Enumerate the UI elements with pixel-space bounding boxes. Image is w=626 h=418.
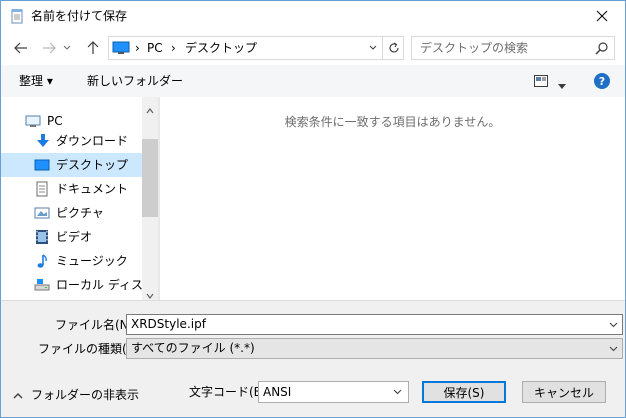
refresh-icon <box>388 42 399 53</box>
arrow-up-icon <box>87 41 99 54</box>
sidebar-item-label: ドキュメント <box>56 182 129 196</box>
desktop-icon <box>34 157 50 173</box>
sidebar-item-label: デスクトップ <box>56 158 129 172</box>
sidebar-item-label: ミュージック <box>56 254 128 268</box>
encoding-dropdown-button[interactable] <box>388 382 406 402</box>
close-icon <box>596 10 608 22</box>
sidebar-item-label: ピクチャ <box>56 206 104 220</box>
address-dropdown-button[interactable] <box>364 37 382 59</box>
breadcrumb-separator-icon: › <box>171 41 176 55</box>
filetype-dropdown-button[interactable] <box>604 339 622 358</box>
sidebar-item-local-disk[interactable]: ローカル ディスク (C <box>1 273 172 297</box>
notepad-icon <box>9 8 25 24</box>
sidebar-item-videos[interactable]: ビデオ <box>1 225 142 249</box>
cancel-button[interactable]: キャンセル <box>522 381 606 403</box>
recent-locations-button[interactable] <box>61 39 73 57</box>
sidebar-item-label: PC <box>47 114 63 128</box>
chevron-down-icon[interactable] <box>146 288 154 299</box>
view-options-icon[interactable] <box>534 75 548 87</box>
filetype-select[interactable]: すべてのファイル (*.*) <box>126 338 623 359</box>
save-button[interactable]: 保存(S) <box>422 381 506 403</box>
divider <box>1 300 625 301</box>
file-list[interactable]: 検索条件に一致する項目はありません。 <box>160 97 625 300</box>
encoding-select[interactable]: ANSI <box>258 381 409 403</box>
scrollbar-thumb[interactable] <box>142 139 158 217</box>
sidebar-item-label: ビデオ <box>56 230 93 244</box>
arrow-left-icon <box>14 42 27 54</box>
sidebar-item-downloads[interactable]: ダウンロード <box>1 129 142 153</box>
forward-button[interactable] <box>39 39 59 57</box>
music-icon <box>34 253 50 269</box>
document-icon <box>34 181 50 197</box>
chevron-up-icon[interactable] <box>146 103 154 114</box>
sidebar-item-documents[interactable]: ドキュメント <box>1 177 142 201</box>
disk-icon <box>34 277 50 293</box>
close-button[interactable] <box>579 1 625 31</box>
search-icon[interactable] <box>595 41 609 55</box>
sidebar-item-desktop[interactable]: デスクトップ <box>1 153 142 177</box>
pc-icon <box>25 113 41 129</box>
chevron-down-icon <box>609 346 617 351</box>
navigation-scrollbar[interactable] <box>142 97 158 300</box>
filename-input[interactable]: XRDStyle.ipf <box>126 314 623 335</box>
arrow-right-icon <box>43 42 56 54</box>
window-title: 名前を付けて保存 <box>31 9 128 23</box>
chevron-down-icon <box>393 389 401 395</box>
sidebar-item-label: ダウンロード <box>56 134 129 148</box>
sidebar-item-pictures[interactable]: ピクチャ <box>1 201 142 225</box>
filetype-value: すべてのファイル (*.*) <box>131 341 255 355</box>
back-button[interactable] <box>11 39 31 57</box>
breadcrumb-desktop[interactable]: デスクトップ <box>185 41 257 55</box>
sidebar-item-music[interactable]: ミュージック <box>1 249 142 273</box>
up-button[interactable] <box>83 39 103 57</box>
encoding-value: ANSI <box>263 385 292 399</box>
chevron-down-icon <box>609 322 617 327</box>
pc-icon <box>112 41 130 55</box>
breadcrumb-pc[interactable]: PC <box>147 41 163 55</box>
address-bar[interactable]: › PC › デスクトップ <box>108 36 404 60</box>
new-folder-button[interactable]: 新しいフォルダー <box>87 74 183 88</box>
title-bar: 名前を付けて保存 <box>1 1 625 31</box>
video-icon <box>34 229 50 245</box>
search-placeholder: デスクトップの検索 <box>420 41 529 55</box>
navigation-pane: PC ダウンロード デスクトップ ドキュメント ピクチャ ビデオ ミュージック … <box>1 97 172 300</box>
chevron-down-icon <box>63 45 71 50</box>
hide-folders-button[interactable]: フォルダーの非表示 <box>31 388 139 402</box>
filename-dropdown-button[interactable] <box>604 315 622 334</box>
empty-message: 検索条件に一致する項目はありません。 <box>284 115 501 129</box>
filename-value: XRDStyle.ipf <box>131 317 206 331</box>
chevron-down-icon <box>369 45 377 50</box>
chevron-down-icon[interactable] <box>558 79 566 89</box>
search-input[interactable]: デスクトップの検索 <box>411 36 615 60</box>
organize-button[interactable]: 整理 ▾ <box>19 74 53 88</box>
breadcrumb-separator-icon: › <box>135 41 140 55</box>
help-button[interactable]: ? <box>594 73 610 89</box>
refresh-button[interactable] <box>382 37 404 59</box>
download-icon <box>35 133 51 149</box>
save-dialog: 名前を付けて保存 › PC › デスクトップ デスクトップの検索 整理 ▾ 新し… <box>0 0 626 418</box>
picture-icon <box>34 205 50 221</box>
chevron-up-icon[interactable] <box>13 389 23 399</box>
